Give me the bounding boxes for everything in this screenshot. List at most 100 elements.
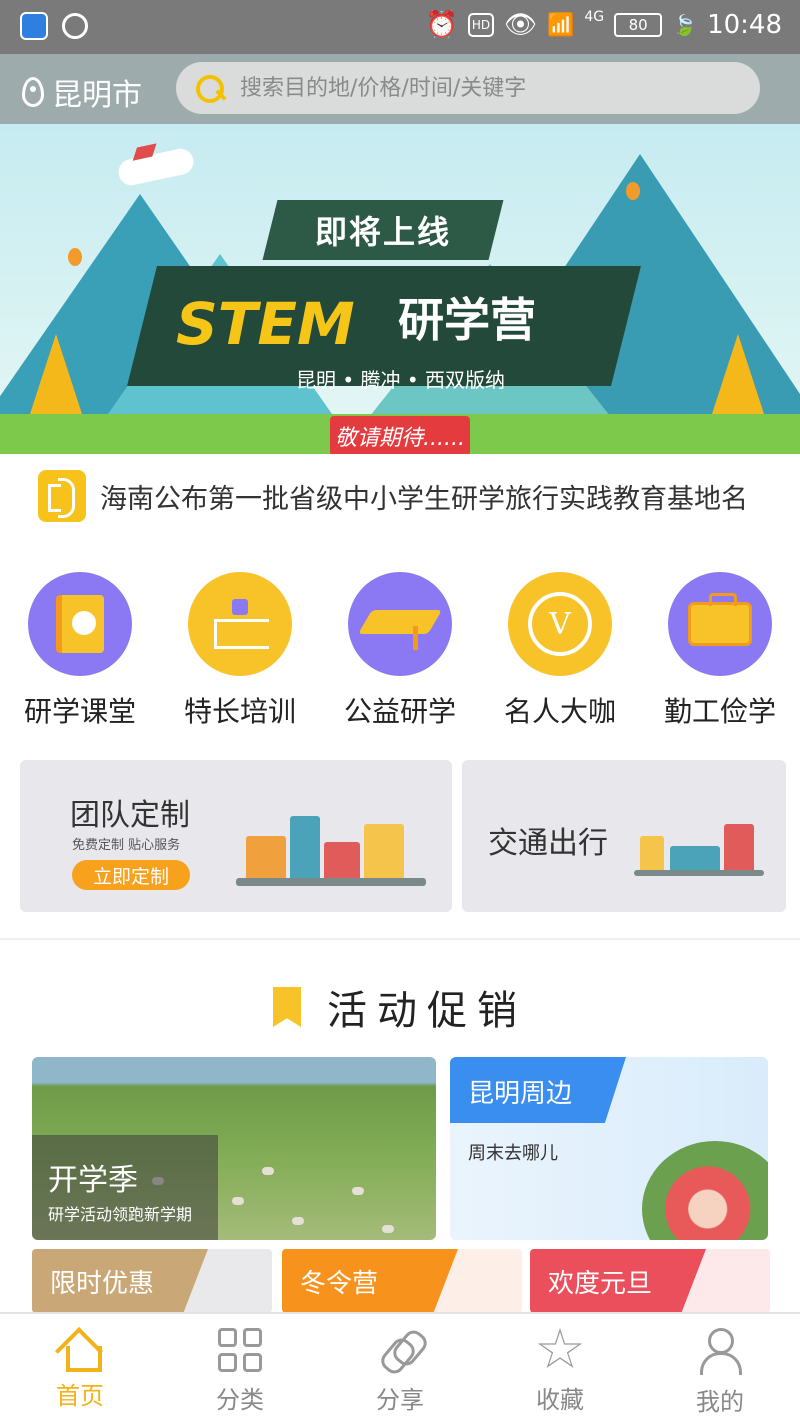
banner-stem: STEM <box>176 290 355 358</box>
banner-title-box: 即将上线 <box>262 200 504 260</box>
category-icon-wrap <box>668 572 772 676</box>
promo-left-title: 开学季 <box>48 1163 138 1198</box>
top-header: 昆明市 <box>0 54 800 124</box>
promo-right-tag: 昆明周边 <box>468 1079 573 1109</box>
airplane-icon <box>116 146 196 188</box>
hd-icon: HD <box>467 13 494 37</box>
section-divider <box>0 938 800 940</box>
book-icon <box>56 595 104 653</box>
promo-back-to-school[interactable]: 开学季 研学活动领跑新学期 <box>32 1057 436 1240</box>
wifi-icon: 📶 <box>546 12 575 38</box>
status-time: 10:48 <box>707 10 782 40</box>
link-icon <box>378 1328 422 1372</box>
sheep-decor <box>232 1197 244 1205</box>
team-custom-subtitle: 免费定制 贴心服务 <box>72 838 181 853</box>
bookmark-star-icon <box>273 987 301 1027</box>
category-celebrities[interactable]: V 名人大咖 <box>480 572 640 732</box>
search-icon <box>194 73 224 103</box>
news-ticker-text[interactable]: 海南公布第一批省级中小学生研学旅行实践教育基地名 <box>100 477 794 516</box>
balloon-icon <box>626 182 640 200</box>
promo-section-header: 活动促销 <box>0 978 800 1036</box>
city-label: 昆明市 <box>52 78 142 113</box>
news-ticker[interactable]: 海南公布第一批省级中小学生研学旅行实践教育基地名 <box>0 454 800 538</box>
banner-camp: 研学营 <box>398 293 536 347</box>
promo-left-subtitle: 研学活动领跑新学期 <box>48 1205 193 1224</box>
promo-tab-new-year[interactable]: 欢度元旦 <box>530 1249 770 1313</box>
search-input[interactable] <box>240 75 720 101</box>
category-label: 研学课堂 <box>23 695 136 728</box>
graduation-cap-icon <box>365 604 435 650</box>
shield-app-icon <box>20 12 48 40</box>
sheep-decor <box>352 1187 364 1195</box>
city-illustration <box>236 794 426 886</box>
transport-illustration <box>634 800 764 876</box>
promo-tab-label: 冬令营 <box>300 1269 379 1299</box>
swirl-app-icon <box>62 13 88 39</box>
customize-now-button[interactable]: 立即定制 <box>72 860 190 890</box>
category-label: 特长培训 <box>183 695 296 728</box>
kids-photo <box>642 1141 768 1240</box>
promo-tab-limited-offer[interactable]: 限时优惠 <box>32 1249 272 1313</box>
promo-right-subtitle: 周末去哪儿 <box>468 1143 558 1164</box>
speaker-icon <box>38 470 86 522</box>
nav-label: 首页 <box>56 1382 104 1410</box>
category-label: 名人大咖 <box>503 695 616 728</box>
category-icon-wrap: V <box>508 572 612 676</box>
category-icon-wrap <box>28 572 132 676</box>
bottom-nav: 首页 分类 分享 收藏 我的 <box>0 1312 800 1422</box>
eye-icon: 👁 <box>503 10 537 40</box>
category-study-class[interactable]: 研学课堂 <box>0 572 160 732</box>
promo-title: 活动促销 <box>327 988 527 1034</box>
leaf-icon: 🍃 <box>672 13 698 37</box>
transport-card[interactable]: 交通出行 <box>462 760 786 912</box>
banner-expect: 敬请期待...... <box>330 416 470 454</box>
sheep-decor <box>292 1217 304 1225</box>
nav-category[interactable]: 分类 <box>160 1314 320 1422</box>
location-pin-icon <box>22 77 44 107</box>
category-icon-wrap <box>348 572 452 676</box>
category-icon-wrap <box>188 572 292 676</box>
promo-tab-winter-camp[interactable]: 冬令营 <box>282 1249 522 1313</box>
briefcase-icon <box>688 593 752 646</box>
alarm-icon: ⏰ <box>425 10 458 40</box>
illus-ground <box>236 878 426 886</box>
nav-label: 分类 <box>216 1386 264 1414</box>
balloon-icon <box>68 248 82 266</box>
illus-building <box>290 816 320 886</box>
illus-building <box>364 824 404 886</box>
status-bar: ⏰ HD 👁 📶 4G 80 🍃 10:48 <box>0 0 800 54</box>
city-selector[interactable]: 昆明市 <box>22 70 142 114</box>
illus-ground <box>634 870 764 876</box>
promo-tab-label: 限时优惠 <box>50 1269 155 1299</box>
battery-icon: 80 <box>614 13 663 37</box>
category-work-study[interactable]: 勤工俭学 <box>640 572 800 732</box>
promo-tab-label: 欢度元旦 <box>548 1269 653 1299</box>
nav-mine[interactable]: 我的 <box>640 1314 800 1422</box>
category-label: 公益研学 <box>343 695 456 728</box>
team-custom-title: 团队定制 <box>70 798 190 833</box>
tree-icon <box>30 334 82 414</box>
category-charity-study[interactable]: 公益研学 <box>320 572 480 732</box>
team-custom-card[interactable]: 团队定制 免费定制 贴心服务 立即定制 <box>20 760 452 912</box>
tree-icon <box>712 334 764 414</box>
illus-building <box>724 824 754 876</box>
nav-share[interactable]: 分享 <box>320 1314 480 1422</box>
flowchart-icon <box>210 599 270 649</box>
user-icon <box>698 1328 742 1375</box>
category-grid: 研学课堂 特长培训 公益研学 V 名人大咖 勤工俭学 <box>0 572 800 732</box>
banner-title: 即将上线 <box>314 213 451 251</box>
transport-title: 交通出行 <box>488 826 608 861</box>
medal-icon: V <box>528 592 592 656</box>
category-talent-training[interactable]: 特长培训 <box>160 572 320 732</box>
nav-label: 收藏 <box>536 1386 584 1414</box>
promo-kunming-nearby[interactable]: 昆明周边 周末去哪儿 <box>450 1057 768 1240</box>
nav-label: 我的 <box>696 1388 744 1416</box>
grid-icon <box>218 1328 262 1372</box>
nav-favorites[interactable]: 收藏 <box>480 1314 640 1422</box>
sheep-decor <box>382 1225 394 1233</box>
search-bar[interactable] <box>176 62 760 114</box>
nav-home[interactable]: 首页 <box>0 1314 160 1422</box>
network-type: 4G <box>584 9 605 25</box>
home-icon <box>58 1328 102 1372</box>
banner-places: 昆明 • 腾冲 • 西双版纳 <box>296 368 506 392</box>
